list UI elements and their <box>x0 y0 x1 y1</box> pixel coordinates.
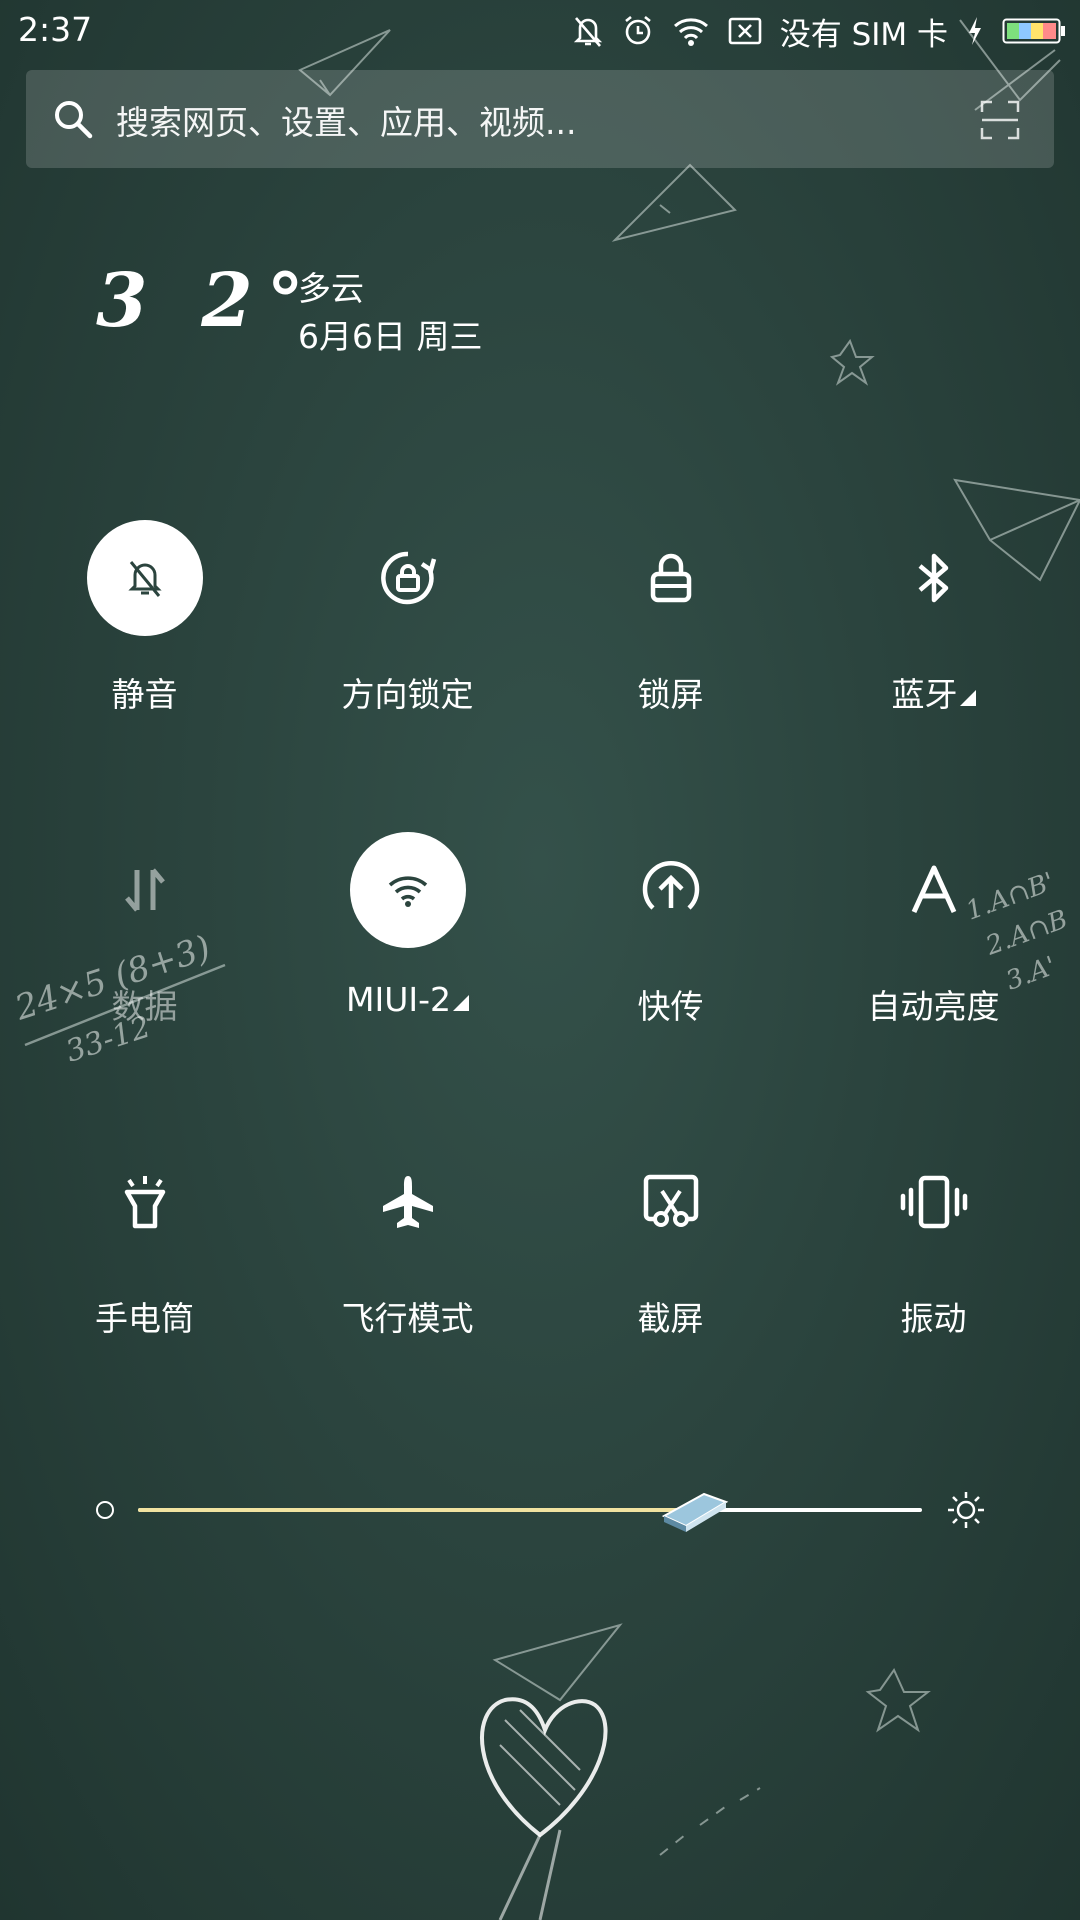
flashlight-icon <box>87 1144 203 1260</box>
wifi-icon <box>350 832 466 948</box>
airplane-icon <box>350 1144 466 1260</box>
battery-icon <box>1002 16 1066 46</box>
alarm-icon <box>622 14 654 48</box>
weather-date: 6月6日 周三 <box>298 317 483 356</box>
weather-condition: 多云 <box>298 269 364 308</box>
toggle-auto-brightness-label: 自动亮度 <box>867 987 1000 1026</box>
toggle-auto-brightness[interactable]: 自动亮度 <box>802 832 1065 1072</box>
toggle-lock-screen-label: 锁屏 <box>637 675 704 714</box>
eraser-thumb-icon[interactable] <box>660 1486 730 1538</box>
mute-icon <box>87 520 203 636</box>
status-bar: 2:37 没有 SIM 卡 <box>0 0 1080 62</box>
brightness-low-icon <box>96 1501 114 1519</box>
weather-temperature[interactable]: 3 2° <box>96 258 318 344</box>
menu-indicator-icon <box>453 995 469 1011</box>
brightness-track[interactable] <box>138 1492 922 1532</box>
rotation-lock-icon <box>350 520 466 636</box>
toggle-mobile-data[interactable]: 数据 <box>13 832 276 1072</box>
search-icon <box>52 98 94 144</box>
auto-brightness-icon <box>876 832 992 948</box>
brightness-slider[interactable] <box>0 1480 1080 1540</box>
toggle-bluetooth-label: 蓝牙 <box>802 668 1065 716</box>
toggle-screenshot[interactable]: 截屏 <box>539 1144 802 1384</box>
mobile-data-icon <box>87 832 203 948</box>
toggle-wifi[interactable]: MIUI-2 <box>276 832 539 1072</box>
mute-icon <box>572 14 604 48</box>
wifi-icon <box>672 15 710 47</box>
toggle-screenshot-label: 截屏 <box>637 1299 704 1338</box>
toggle-rotation-lock[interactable]: 方向锁定 <box>276 520 539 760</box>
toggle-flashlight[interactable]: 手电筒 <box>13 1144 276 1384</box>
vibrate-icon <box>876 1144 992 1260</box>
toggle-mobile-data-label: 数据 <box>111 987 178 1026</box>
lock-icon <box>613 520 729 636</box>
toggle-airplane-mode[interactable]: 飞行模式 <box>276 1144 539 1384</box>
menu-indicator-icon <box>959 690 976 706</box>
charging-icon <box>966 15 984 47</box>
toggle-lock-screen[interactable]: 锁屏 <box>539 520 802 760</box>
toggle-mute[interactable]: 静音 <box>13 520 276 760</box>
toggle-flashlight-label: 手电筒 <box>95 1299 194 1338</box>
bluetooth-icon <box>876 520 992 636</box>
toggle-vibrate-label: 振动 <box>900 1299 967 1338</box>
toggle-bluetooth[interactable]: 蓝牙 <box>802 520 1065 760</box>
toggle-quick-share-label: 快传 <box>637 987 704 1026</box>
search-input[interactable]: 搜索网页、设置、应用、视频... <box>116 96 576 144</box>
search-bar[interactable]: 搜索网页、设置、应用、视频... <box>26 70 1054 168</box>
screenshot-icon <box>613 1144 729 1260</box>
toggle-rotation-lock-label: 方向锁定 <box>341 675 474 714</box>
toggle-quick-share[interactable]: 快传 <box>539 832 802 1072</box>
status-icons: 没有 SIM 卡 <box>572 10 1066 53</box>
sim-missing-icon <box>728 15 762 47</box>
toggle-wifi-label: MIUI-2 <box>276 980 539 1019</box>
toggle-vibrate[interactable]: 振动 <box>802 1144 1065 1384</box>
toggle-mute-label: 静音 <box>111 675 178 714</box>
carrier-text: 没有 SIM 卡 <box>779 16 948 53</box>
toggle-airplane-mode-label: 飞行模式 <box>341 1299 474 1338</box>
status-time: 2:37 <box>18 10 93 49</box>
quick-share-icon <box>613 832 729 948</box>
brightness-fill <box>138 1508 695 1512</box>
brightness-high-icon <box>946 1490 986 1534</box>
scan-icon[interactable] <box>980 100 1020 144</box>
